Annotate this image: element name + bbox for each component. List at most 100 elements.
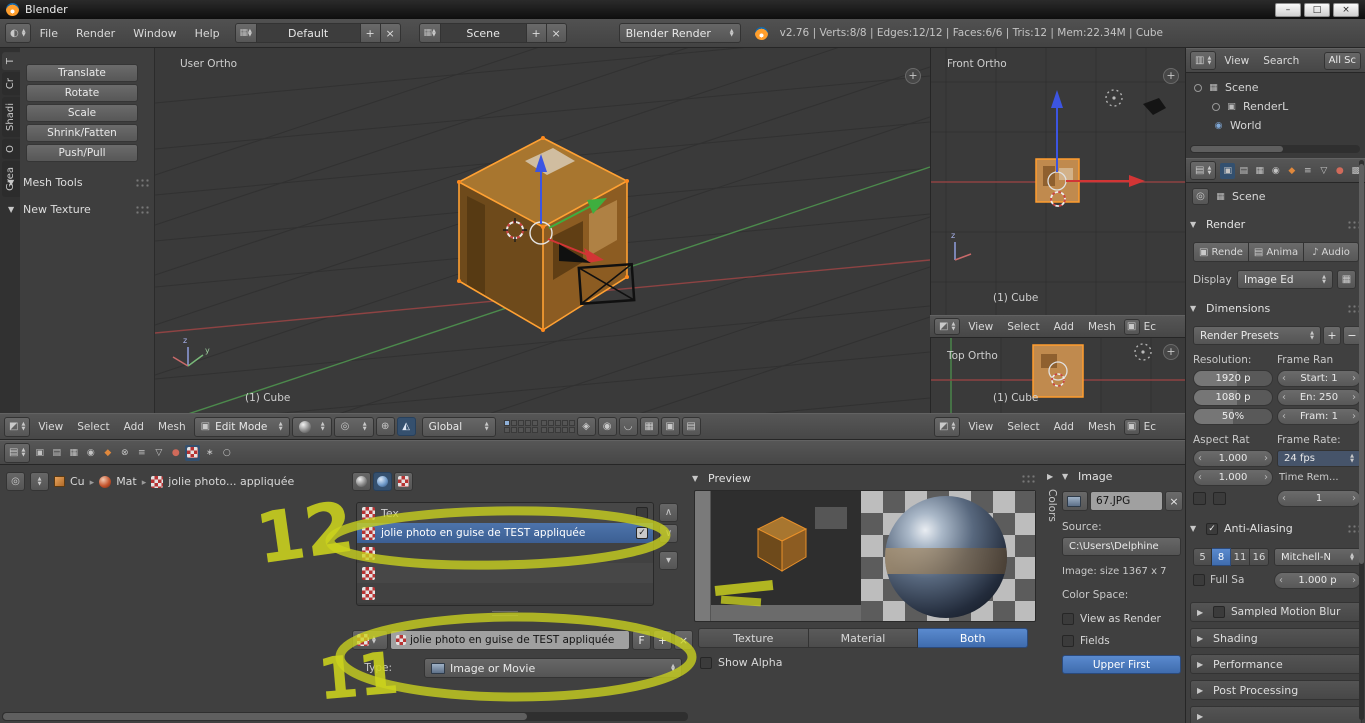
aa-samples-16[interactable]: 16	[1250, 548, 1269, 566]
slot-enable-checkbox[interactable]	[636, 527, 648, 539]
aa-samples-11[interactable]: 11	[1231, 548, 1250, 566]
layers-widget[interactable]	[504, 420, 575, 433]
context-object-icon[interactable]: ◆	[100, 445, 115, 461]
render-audio-button[interactable]: ♪Audio	[1304, 242, 1359, 262]
panel-header-post-processing[interactable]: ▶ Post Processing	[1190, 680, 1362, 700]
breadcrumb-texture[interactable]: jolie photo... appliquée	[168, 475, 294, 488]
snap-element-icon[interactable]: ▦	[640, 417, 659, 436]
breadcrumb-scene[interactable]: Scene	[1232, 190, 1266, 203]
editor-type-info[interactable]: ◐	[5, 23, 31, 43]
context-browse-icon[interactable]	[30, 472, 49, 491]
slot-enable-checkbox[interactable]	[636, 507, 648, 519]
horizontal-scrollbar[interactable]	[2, 712, 688, 721]
shrink-fatten-button[interactable]: Shrink/Fatten	[26, 124, 138, 142]
pin-icon[interactable]: ◎	[1192, 188, 1209, 205]
outliner-item-scene[interactable]: ▦ Scene	[1194, 78, 1288, 97]
menu-select[interactable]: Select	[1001, 321, 1045, 333]
context-scene-icon[interactable]: ▦	[66, 445, 81, 461]
menu-select[interactable]: Select	[1001, 421, 1045, 433]
panel-header-render[interactable]: ▼Render	[1190, 218, 1362, 231]
viewport-shading-select[interactable]	[292, 417, 332, 437]
pin-icon[interactable]: ◎	[6, 472, 25, 491]
context-modifiers-icon[interactable]: ≡	[134, 445, 149, 461]
context-data-icon[interactable]: ▽	[151, 445, 166, 461]
panel-resize-grip[interactable]	[492, 611, 518, 616]
panel-header-preview[interactable]: ▼ Preview	[692, 472, 1036, 485]
outliner-item-renderlayers[interactable]: ▣ RenderL	[1212, 97, 1288, 116]
move-slot-up-button[interactable]: ∧	[659, 503, 678, 522]
viewport-3d-top[interactable]: Top Ortho (1) Cube +	[930, 338, 1185, 413]
scene-browse-icon[interactable]: ▦	[419, 23, 441, 43]
resolution-y-slider[interactable]: 1080 p	[1193, 389, 1273, 406]
context-material-icon[interactable]: ●	[168, 445, 183, 461]
breadcrumb-object[interactable]: Cu	[70, 475, 85, 488]
context-render-layers-icon[interactable]: ▤	[49, 445, 64, 461]
shelf-tab-shading[interactable]: Shadi	[2, 97, 20, 137]
panel-header-new-texture[interactable]: ▼ New Texture	[8, 203, 150, 216]
aa-samples-8[interactable]: 8	[1212, 548, 1231, 566]
time-remap-field[interactable]: 1	[1277, 490, 1361, 507]
render-animation-button[interactable]: ▤Anima	[1249, 242, 1304, 262]
viewport-3d-main[interactable]: y z T Cr Shadi O Grea Translate Rotate S…	[0, 48, 930, 413]
render-opengl-icon[interactable]: ▣	[661, 417, 680, 436]
context-world-icon[interactable]: ◉	[83, 445, 98, 461]
context-world-icon[interactable]: ◉	[1268, 163, 1283, 179]
unlink-texture-button[interactable]: ×	[674, 630, 693, 650]
texture-type-select[interactable]: Image or Movie	[424, 658, 682, 678]
frame-step-field[interactable]: Fram: 1	[1277, 408, 1361, 425]
pivot-center-select[interactable]: ◎	[334, 417, 374, 437]
panel-header-clipped[interactable]: ▶	[1190, 706, 1362, 723]
outliner-item-world[interactable]: ◉ World	[1212, 116, 1288, 135]
preview-material-button[interactable]: Material	[809, 628, 919, 648]
context-scene-icon[interactable]: ▦	[1252, 163, 1267, 179]
context-render-icon[interactable]: ▣	[32, 445, 47, 461]
breadcrumb-material[interactable]: Mat	[116, 475, 137, 488]
preview-texture-button[interactable]: Texture	[698, 628, 809, 648]
upper-first-button[interactable]: Upper First	[1062, 655, 1181, 674]
screen-layout-name[interactable]: Default	[257, 23, 361, 43]
menu-view[interactable]: View	[32, 421, 69, 433]
preview-both-button[interactable]: Both	[918, 628, 1028, 648]
frame-end-field[interactable]: En: 250	[1277, 389, 1361, 406]
editor-type-3dview[interactable]: ◩	[4, 417, 30, 437]
editor-type-properties[interactable]: ▤	[4, 443, 30, 463]
menu-add[interactable]: Add	[118, 421, 150, 433]
menu-file[interactable]: File	[31, 27, 67, 40]
shelf-tab-tools[interactable]: T	[2, 52, 20, 70]
crop-checkbox[interactable]	[1213, 492, 1226, 505]
image-path-field[interactable]: C:\Users\Delphine	[1062, 537, 1181, 556]
panel-header-shading[interactable]: ▶ Shading	[1190, 628, 1362, 648]
lamp-object[interactable]	[1106, 90, 1122, 106]
show-alpha-checkbox[interactable]	[700, 657, 712, 669]
delete-layout-button[interactable]: ×	[381, 23, 401, 43]
view-as-render-checkbox[interactable]	[1062, 613, 1074, 625]
frame-start-field[interactable]: Start: 1	[1277, 370, 1361, 387]
context-render-icon[interactable]: ▣	[1220, 163, 1235, 179]
horizontal-scrollbar[interactable]	[1190, 145, 1360, 153]
editor-type-3dview[interactable]: ◩	[934, 318, 960, 335]
texture-browse-button[interactable]	[352, 630, 388, 650]
editmode-icon[interactable]: ▣	[1124, 419, 1140, 435]
minimize-button[interactable]: –	[1275, 3, 1301, 17]
slot-specials-menu[interactable]: ▾	[659, 551, 678, 570]
panel-header-sampled-motion-blur[interactable]: ▶ Sampled Motion Blur	[1190, 602, 1362, 622]
scene-name[interactable]: Scene	[441, 23, 527, 43]
material-textures-toggle[interactable]	[352, 472, 371, 491]
panel-header-dimensions[interactable]: ▼Dimensions	[1190, 302, 1362, 315]
fake-user-button[interactable]: F	[632, 630, 651, 650]
add-layout-button[interactable]: +	[361, 23, 381, 43]
shelf-tab-options[interactable]: O	[2, 139, 20, 159]
texture-slot-row-empty[interactable]	[357, 543, 653, 563]
panel-colors-collapsed[interactable]: ▶ Colors	[1042, 472, 1062, 522]
manipulator-toggle-icon[interactable]: ⊕	[376, 417, 395, 436]
viewport-3d-canvas[interactable]: y z	[155, 48, 930, 413]
fields-checkbox[interactable]	[1062, 635, 1074, 647]
context-texture-icon[interactable]	[185, 445, 200, 461]
context-physics-icon[interactable]: ○	[219, 445, 234, 461]
aa-size-field[interactable]: 1.000 p	[1274, 572, 1361, 589]
other-textures-toggle[interactable]	[394, 472, 413, 491]
panel-header-antialiasing[interactable]: ▼ Anti-Aliasing	[1190, 522, 1362, 535]
image-browse-button[interactable]	[1062, 491, 1088, 511]
maximize-button[interactable]: □	[1304, 3, 1330, 17]
fps-select[interactable]: 24 fps	[1277, 450, 1361, 467]
